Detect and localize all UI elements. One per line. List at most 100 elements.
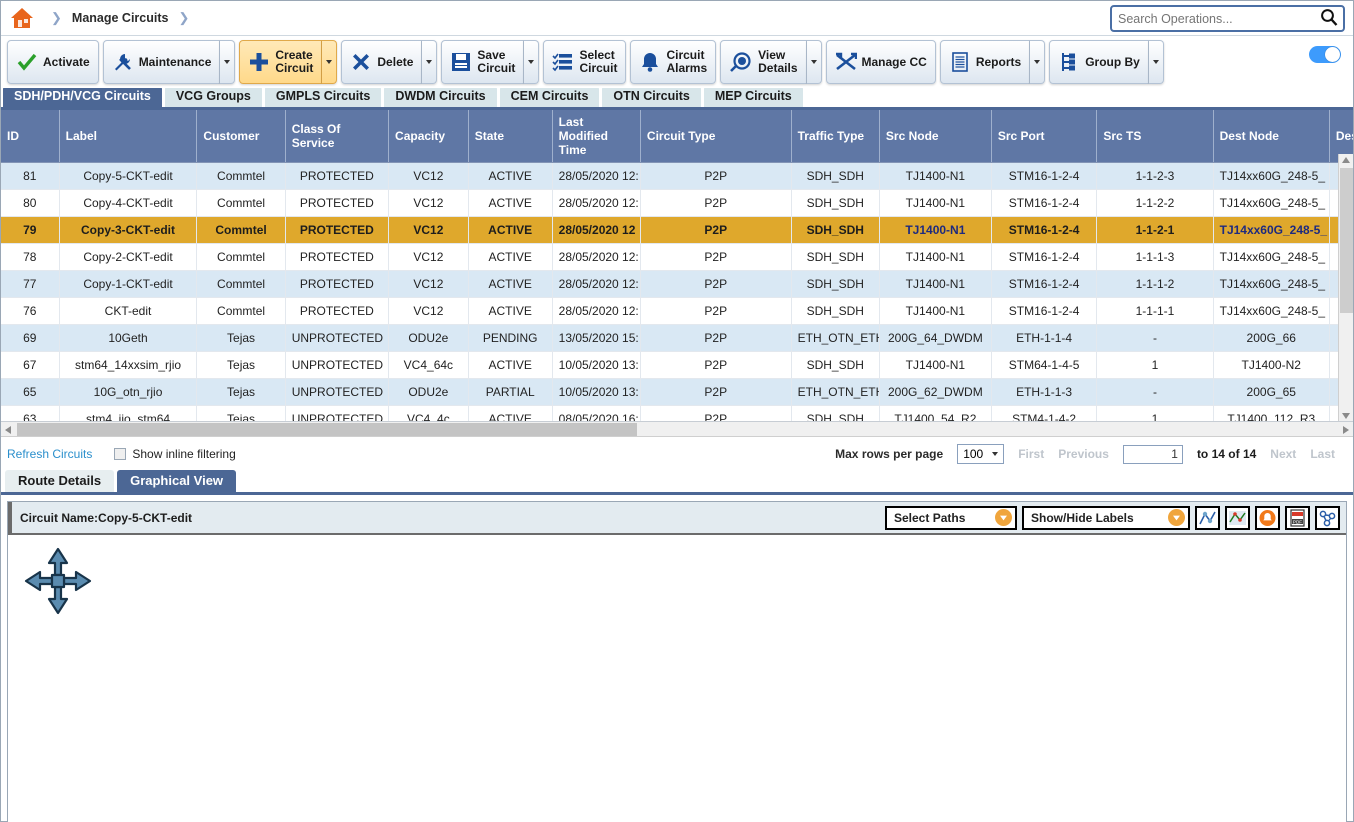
cell-dest-node[interactable]: TJ14xx60G_248-5_ [1213, 243, 1330, 271]
select-paths-dropdown[interactable]: Select Paths [885, 505, 1017, 530]
column-header-label[interactable]: Label [59, 110, 198, 163]
table-row[interactable]: 76 CKT-edit Commtel PROTECTED VC12 ACTIVE 28/0… [1, 297, 1353, 325]
cell-dest-node[interactable]: TJ14xx60G_248-5_ [1213, 162, 1330, 190]
column-header-state[interactable]: State [468, 110, 553, 163]
tab-graphical-view[interactable]: Graphical View [117, 470, 237, 492]
cell-src-node[interactable]: TJ1400-N1 [879, 189, 992, 217]
previous-page-button[interactable]: Previous [1058, 447, 1109, 461]
scroll-down-icon[interactable] [1342, 413, 1350, 419]
graph-icon-button[interactable] [1195, 505, 1220, 530]
tab-gmpls-circuits[interactable]: GMPLS Circuits [264, 86, 382, 107]
view-details-button[interactable]: View Details [720, 40, 807, 84]
column-header-dest-node[interactable]: Dest Node [1213, 110, 1330, 163]
grid-horizontal-scrollbar[interactable] [1, 422, 1353, 437]
refresh-circuits-link[interactable]: Refresh Circuits [7, 447, 92, 461]
cell-src-node[interactable]: TJ1400-N1 [879, 297, 992, 325]
table-row[interactable]: 81 Copy-5-CKT-edit Commtel PROTECTED VC12 ACT… [1, 162, 1353, 190]
scroll-right-icon[interactable] [1343, 426, 1349, 434]
cell-dest-node[interactable]: 200G_65 [1213, 378, 1330, 406]
table-row[interactable]: 63 stm4_jio_stm64 Tejas UNPROTECTED VC4_4c AC… [1, 405, 1353, 421]
view-details-dropdown-toggle[interactable] [806, 40, 822, 84]
column-header-capacity[interactable]: Capacity [388, 110, 469, 163]
column-header-last-modified-time[interactable]: Last Modified Time [552, 110, 641, 163]
cell-src-node[interactable]: TJ1400_54_R2 [879, 405, 992, 421]
search-box[interactable] [1110, 5, 1345, 32]
reports-dropdown-toggle[interactable] [1030, 40, 1046, 84]
table-row[interactable]: 79 Copy-3-CKT-edit Commtel PROTECTED VC12 ACT… [1, 216, 1353, 244]
show-hide-labels-dropdown[interactable]: Show/Hide Labels [1022, 505, 1190, 530]
pdf-export-icon-button[interactable]: PDF [1285, 505, 1310, 530]
create-circuit-dropdown-toggle[interactable] [322, 40, 338, 84]
group-by-dropdown-toggle[interactable] [1148, 40, 1164, 84]
cell-src-node[interactable]: TJ1400-N1 [879, 270, 992, 298]
table-row[interactable]: 69 10Geth Tejas UNPROTECTED ODU2e PENDING 13/0… [1, 324, 1353, 352]
tab-dwdm-circuits[interactable]: DWDM Circuits [384, 86, 497, 107]
search-icon[interactable] [1320, 8, 1338, 29]
breadcrumb-title[interactable]: Manage Circuits [72, 11, 169, 25]
table-row[interactable]: 80 Copy-4-CKT-edit Commtel PROTECTED VC12 ACT… [1, 189, 1353, 217]
next-page-button[interactable]: Next [1270, 447, 1296, 461]
tab-mep-circuits[interactable]: MEP Circuits [703, 86, 803, 107]
tab-sdh-pdh-vcg-circuits[interactable]: SDH/PDH/VCG Circuits [3, 86, 162, 107]
table-row[interactable]: 67 stm64_14xxsim_rjio Tejas UNPROTECTED VC4_… [1, 351, 1353, 379]
vertical-scroll-thumb[interactable] [1340, 168, 1353, 313]
manage-cc-button[interactable]: Manage CC [825, 40, 936, 84]
column-header-src-node[interactable]: Src Node [879, 110, 992, 163]
show-inline-filtering-checkbox[interactable] [114, 448, 127, 460]
column-header-customer[interactable]: Customer [196, 110, 286, 163]
cell-dest-node[interactable]: 200G_66 [1213, 324, 1330, 352]
tab-otn-circuits[interactable]: OTN Circuits [602, 86, 701, 107]
cell-dest-node[interactable]: TJ1400_112_R3 [1213, 405, 1330, 421]
cell-src-node[interactable]: TJ1400-N1 [879, 243, 992, 271]
save-circuit-button[interactable]: Save Circuit [441, 40, 525, 84]
column-header-src-port[interactable]: Src Port [991, 110, 1098, 163]
circuit-alarms-button[interactable]: Circuit Alarms [630, 40, 717, 84]
cell-dest-node[interactable]: TJ14xx60G_248-5_ [1213, 270, 1330, 298]
home-icon[interactable] [9, 6, 41, 30]
column-header-id[interactable]: ID [1, 110, 60, 163]
column-header-traffic-type[interactable]: Traffic Type [791, 110, 880, 163]
select-circuit-button[interactable]: Select Circuit [543, 40, 627, 84]
cell-src-node[interactable]: 200G_62_DWDM [879, 378, 992, 406]
page-number-input[interactable] [1122, 444, 1183, 464]
table-row[interactable]: 78 Copy-2-CKT-edit Commtel PROTECTED VC12 ACT… [1, 243, 1353, 271]
cell-dest-node[interactable]: TJ14xx60G_248-5_ [1213, 297, 1330, 325]
alarm-bell-icon-button[interactable] [1255, 505, 1280, 530]
table-row[interactable]: 77 Copy-1-CKT-edit Commtel PROTECTED VC12 ACT… [1, 270, 1353, 298]
group-by-button[interactable]: Group By [1049, 40, 1149, 84]
table-row[interactable]: 65 10G_otn_rjio Tejas UNPROTECTED ODU2e PARTI… [1, 378, 1353, 406]
cell-src-node[interactable]: 200G_64_DWDM [879, 324, 992, 352]
horizontal-scroll-thumb[interactable] [17, 423, 637, 436]
cell-src-node[interactable]: TJ1400-N1 [879, 162, 992, 190]
delete-button[interactable]: Delete [341, 40, 423, 84]
cell-dest-node[interactable]: TJ14xx60G_248-5_ [1213, 216, 1330, 244]
chart-overlay-icon-button[interactable] [1225, 505, 1250, 530]
view-toggle-switch[interactable] [1309, 46, 1341, 63]
cell-dest-node[interactable]: TJ14xx60G_248-5_ [1213, 189, 1330, 217]
column-header-circuit-type[interactable]: Circuit Type [640, 110, 792, 163]
scroll-left-icon[interactable] [5, 426, 11, 434]
tab-vcg-groups[interactable]: VCG Groups [164, 86, 262, 107]
first-page-button[interactable]: First [1018, 447, 1044, 461]
maintenance-dropdown-toggle[interactable] [220, 40, 236, 84]
topology-icon-button[interactable] [1315, 505, 1340, 530]
cell-src-node[interactable]: TJ1400-N1 [879, 216, 992, 244]
maintenance-button[interactable]: Maintenance [102, 40, 221, 84]
search-input[interactable] [1112, 11, 1320, 26]
save-circuit-dropdown-toggle[interactable] [524, 40, 540, 84]
max-rows-select[interactable]: 100 [957, 444, 1005, 464]
network-diagram-canvas[interactable]: TJ1400-N1(EMS134) TJ1400-N2(EMS134) TJ14… [8, 535, 1346, 822]
column-header-src-ts[interactable]: Src TS [1096, 110, 1214, 163]
grid-vertical-scrollbar[interactable] [1338, 154, 1353, 421]
cell-dest-node[interactable]: TJ1400-N2 [1213, 351, 1330, 379]
reports-button[interactable]: Reports [939, 40, 1031, 84]
activate-button[interactable]: Activate [7, 40, 99, 84]
delete-dropdown-toggle[interactable] [422, 40, 438, 84]
scroll-up-icon[interactable] [1342, 157, 1350, 163]
tab-route-details[interactable]: Route Details [5, 470, 115, 492]
column-header-class-of-service[interactable]: Class Of Service [285, 110, 390, 163]
cell-src-node[interactable]: TJ1400-N1 [879, 351, 992, 379]
last-page-button[interactable]: Last [1310, 447, 1335, 461]
create-circuit-button[interactable]: Create Circuit [239, 40, 323, 84]
tab-cem-circuits[interactable]: CEM Circuits [499, 86, 600, 107]
